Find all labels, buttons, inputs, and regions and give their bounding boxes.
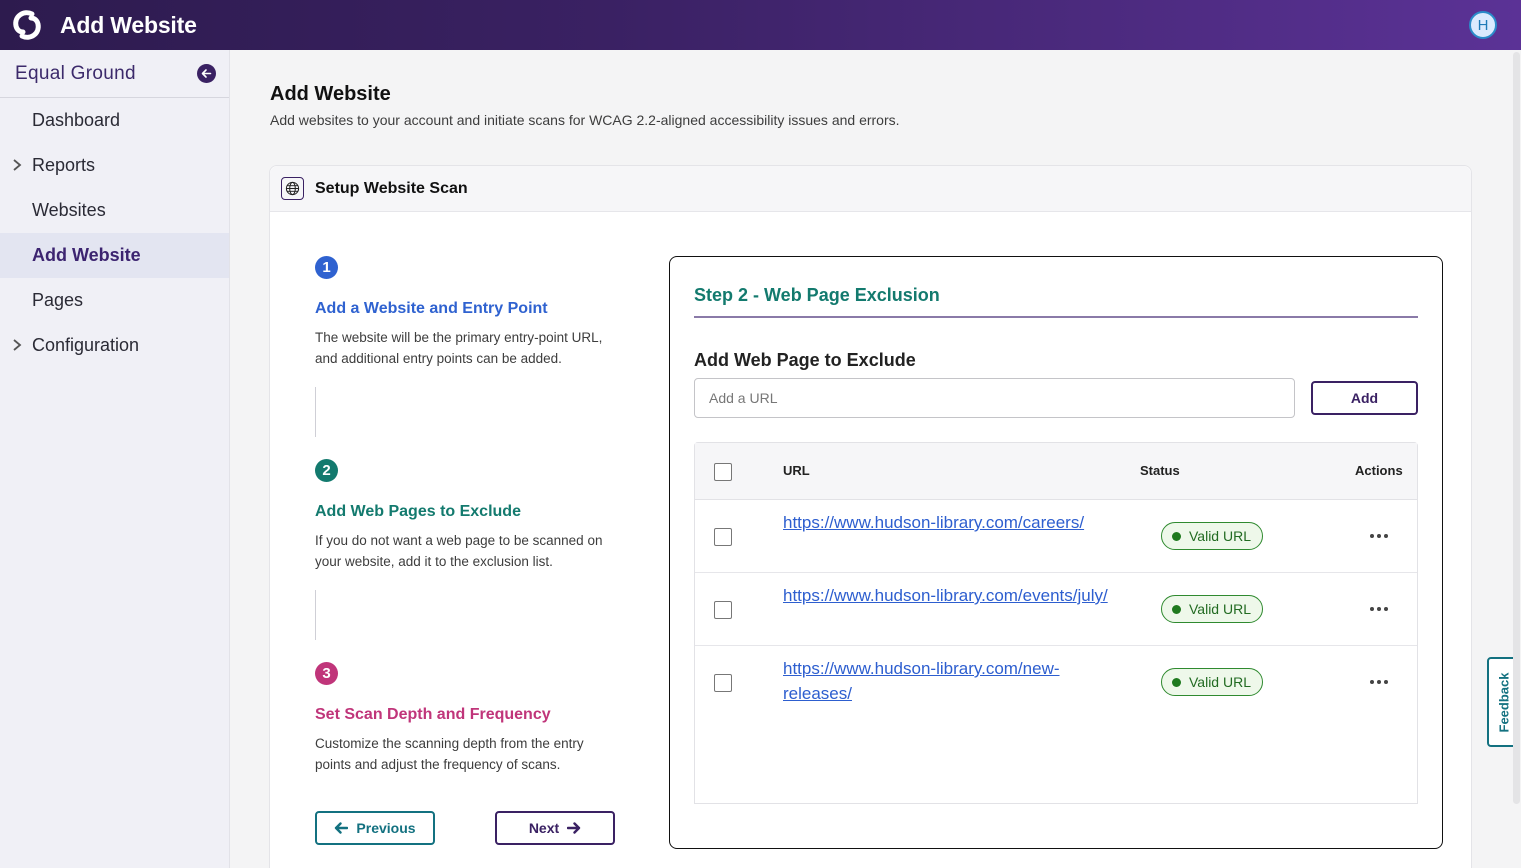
step-3: 3 Set Scan Depth and Frequency Customize… bbox=[315, 662, 615, 775]
row-checkbox[interactable] bbox=[714, 528, 732, 546]
step-title[interactable]: Add Web Pages to Exclude bbox=[315, 503, 615, 521]
arrow-right-icon bbox=[567, 822, 581, 834]
sidebar: Equal Ground Dashboard Reports Websites … bbox=[0, 50, 230, 868]
step-title[interactable]: Set Scan Depth and Frequency bbox=[315, 706, 615, 724]
org-name: Equal Ground bbox=[15, 62, 136, 84]
status-label: Valid URL bbox=[1189, 601, 1251, 617]
column-header-status: Status bbox=[1140, 463, 1180, 478]
step-number-badge: 3 bbox=[315, 662, 338, 685]
step-description: If you do not want a web page to be scan… bbox=[315, 533, 603, 569]
main-content: Add Website Add websites to your account… bbox=[231, 50, 1506, 868]
page-scrollbar[interactable] bbox=[1513, 52, 1520, 804]
app-title: Add Website bbox=[60, 11, 197, 38]
previous-button[interactable]: Previous bbox=[315, 811, 435, 845]
column-header-actions: Actions bbox=[1355, 463, 1403, 478]
step-description: Customize the scanning depth from the en… bbox=[315, 736, 584, 772]
sidebar-item-reports[interactable]: Reports bbox=[0, 143, 229, 188]
select-all-checkbox[interactable] bbox=[714, 463, 732, 481]
previous-label: Previous bbox=[356, 820, 416, 836]
sidebar-item-label: Configuration bbox=[32, 335, 140, 355]
next-label: Next bbox=[528, 820, 560, 836]
status-dot-icon bbox=[1172, 677, 1181, 687]
table-row: https://www.hudson-library.com/careers/ … bbox=[695, 500, 1417, 573]
divider bbox=[694, 316, 1418, 318]
status-badge: Valid URL bbox=[1161, 668, 1263, 696]
row-checkbox[interactable] bbox=[714, 674, 732, 692]
feedback-label: Feedback bbox=[1496, 672, 1512, 732]
more-actions-icon[interactable] bbox=[1367, 599, 1391, 619]
status-dot-icon bbox=[1172, 604, 1181, 614]
next-button[interactable]: Next bbox=[495, 811, 615, 845]
url-link[interactable]: https://www.hudson-library.com/new-relea… bbox=[783, 656, 1123, 706]
page-subtitle: Add websites to your account and initiat… bbox=[270, 112, 900, 128]
url-input[interactable] bbox=[694, 378, 1295, 418]
column-header-url: URL bbox=[783, 463, 810, 478]
sidebar-item-label: Websites bbox=[32, 200, 106, 220]
sidebar-item-dashboard[interactable]: Dashboard bbox=[0, 98, 229, 143]
sidebar-item-pages[interactable]: Pages bbox=[0, 278, 229, 323]
arrow-left-icon bbox=[201, 69, 212, 78]
step-connector bbox=[315, 387, 316, 437]
sidebar-item-websites[interactable]: Websites bbox=[0, 188, 229, 233]
card-header: Setup Website Scan bbox=[270, 166, 1471, 212]
table-row: https://www.hudson-library.com/new-relea… bbox=[695, 646, 1417, 719]
top-bar: Add Website H bbox=[0, 0, 1521, 50]
step-1: 1 Add a Website and Entry Point The webs… bbox=[315, 256, 615, 369]
step-description: The website will be the primary entry-po… bbox=[315, 330, 603, 366]
page-title: Add Website bbox=[270, 83, 391, 105]
table-row: https://www.hudson-library.com/events/ju… bbox=[695, 573, 1417, 646]
globe-icon bbox=[281, 177, 304, 200]
sidebar-item-label: Reports bbox=[32, 155, 96, 175]
arrow-left-icon bbox=[335, 822, 349, 834]
step-2: 2 Add Web Pages to Exclude If you do not… bbox=[315, 459, 615, 572]
status-badge: Valid URL bbox=[1161, 595, 1263, 623]
status-label: Valid URL bbox=[1189, 674, 1251, 690]
stepper: 1 Add a Website and Entry Point The webs… bbox=[315, 256, 615, 775]
collapse-sidebar-button[interactable] bbox=[197, 64, 216, 83]
sidebar-item-configuration[interactable]: Configuration bbox=[0, 323, 229, 368]
step-number-badge: 2 bbox=[315, 459, 338, 482]
url-link[interactable]: https://www.hudson-library.com/careers/ bbox=[783, 510, 1123, 535]
add-url-label: Add Web Page to Exclude bbox=[694, 350, 916, 370]
sidebar-nav: Dashboard Reports Websites Add Website P… bbox=[0, 98, 229, 368]
table-header: URL Status Actions bbox=[695, 443, 1417, 500]
logo-icon[interactable] bbox=[9, 7, 45, 43]
more-actions-icon[interactable] bbox=[1367, 526, 1391, 546]
panel-title: Step 2 - Web Page Exclusion bbox=[694, 285, 940, 305]
chevron-right-icon bbox=[13, 159, 22, 171]
step-title[interactable]: Add a Website and Entry Point bbox=[315, 300, 615, 318]
setup-scan-card: Setup Website Scan 1 Add a Website and E… bbox=[269, 165, 1472, 868]
more-actions-icon[interactable] bbox=[1367, 672, 1391, 692]
status-dot-icon bbox=[1172, 531, 1181, 541]
step-connector bbox=[315, 590, 316, 640]
sidebar-item-label: Dashboard bbox=[32, 110, 121, 130]
exclusion-table: URL Status Actions https://www.hudson-li… bbox=[694, 442, 1418, 804]
status-label: Valid URL bbox=[1189, 528, 1251, 544]
status-badge: Valid URL bbox=[1161, 522, 1263, 550]
step-2-panel: Step 2 - Web Page Exclusion Add Web Page… bbox=[669, 256, 1443, 849]
url-link[interactable]: https://www.hudson-library.com/events/ju… bbox=[783, 583, 1123, 608]
org-header: Equal Ground bbox=[0, 50, 229, 98]
card-title: Setup Website Scan bbox=[315, 179, 468, 197]
row-checkbox[interactable] bbox=[714, 601, 732, 619]
step-number-badge: 1 bbox=[315, 256, 338, 279]
sidebar-item-label: Pages bbox=[32, 290, 84, 310]
sidebar-item-label: Add Website bbox=[32, 245, 141, 265]
add-button[interactable]: Add bbox=[1311, 381, 1418, 415]
sidebar-item-add-website[interactable]: Add Website bbox=[0, 233, 229, 278]
user-avatar[interactable]: H bbox=[1469, 11, 1497, 39]
chevron-right-icon bbox=[13, 339, 22, 351]
